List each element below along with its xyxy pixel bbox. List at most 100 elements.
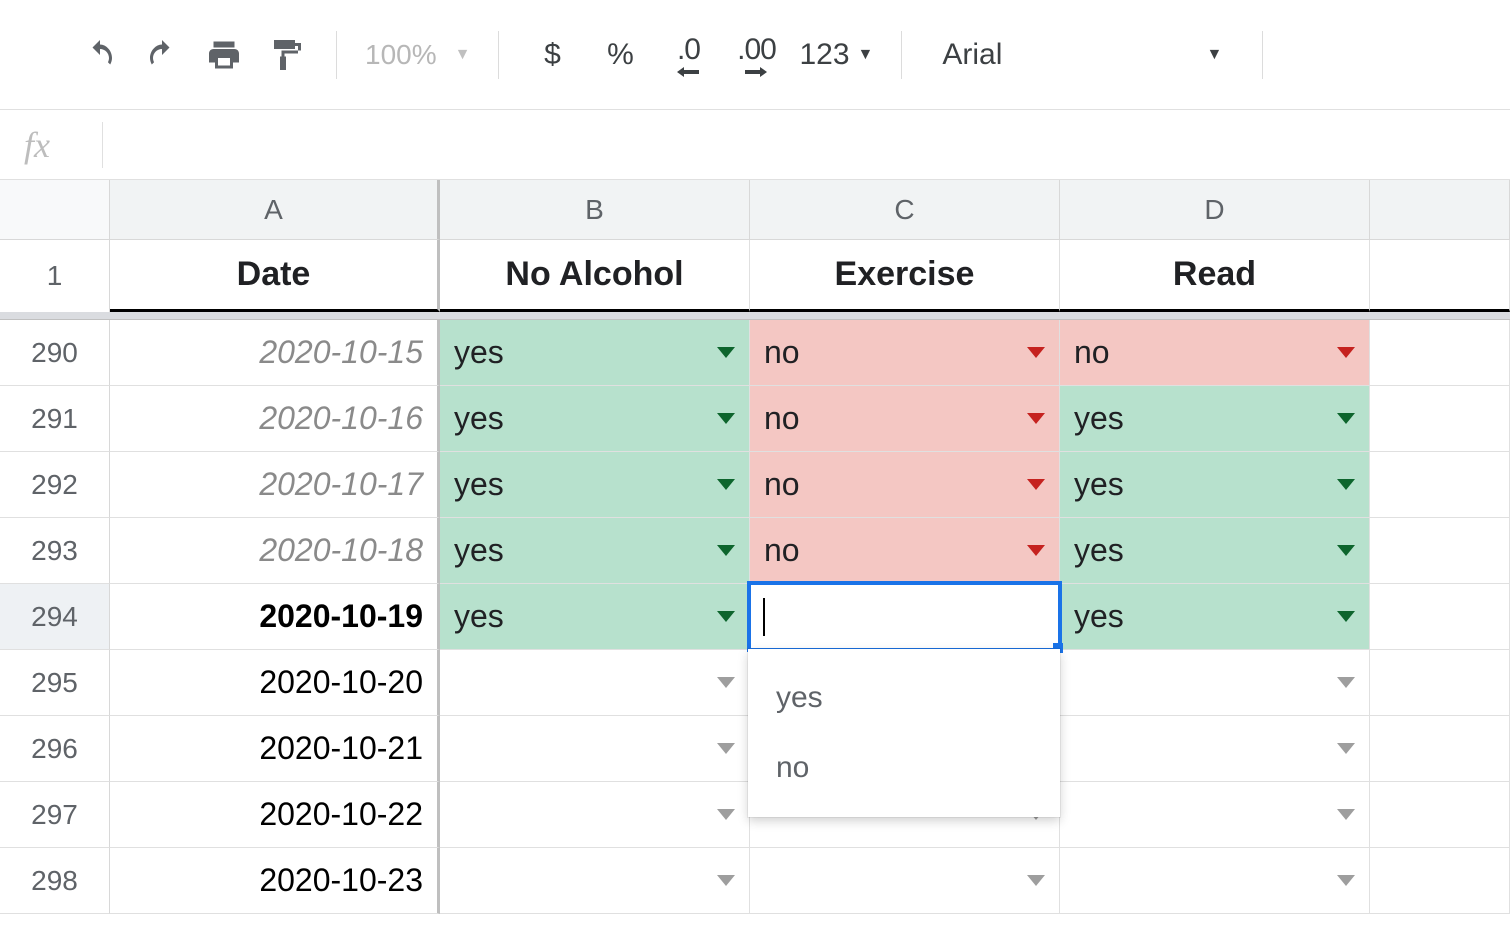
dropdown-cell[interactable]	[454, 650, 735, 715]
date-cell[interactable]: 2020-10-15	[110, 320, 440, 386]
date-cell[interactable]: 2020-10-16	[110, 386, 440, 452]
dropdown-cell[interactable]	[1074, 716, 1355, 781]
data-validation-cell[interactable]: no	[750, 452, 1060, 518]
empty-cell[interactable]	[1370, 320, 1510, 386]
header-cell-empty[interactable]	[1370, 240, 1510, 312]
dropdown-cell[interactable]	[454, 782, 735, 847]
dropdown-cell[interactable]: no	[764, 386, 1045, 451]
row-header[interactable]: 297	[0, 782, 110, 848]
data-validation-cell[interactable]: yes	[440, 452, 750, 518]
more-formats-dropdown[interactable]: 123 ▼	[791, 38, 881, 72]
data-validation-cell[interactable]: no	[750, 518, 1060, 584]
dropdown-cell[interactable]: yes	[1074, 518, 1355, 583]
dropdown-cell[interactable]	[454, 716, 735, 781]
dropdown-cell[interactable]	[1074, 848, 1355, 913]
dropdown-cell[interactable]: yes	[454, 452, 735, 517]
data-validation-cell[interactable]	[1060, 782, 1370, 848]
data-validation-cell[interactable]: yes	[1060, 386, 1370, 452]
freeze-bar[interactable]	[0, 312, 1510, 320]
dropdown-cell[interactable]: yes	[454, 518, 735, 583]
data-validation-cell[interactable]: yesno	[750, 584, 1060, 650]
data-validation-cell[interactable]: yes	[440, 518, 750, 584]
dropdown-cell[interactable]: yes	[454, 386, 735, 451]
empty-cell[interactable]	[1370, 782, 1510, 848]
row-header[interactable]: 296	[0, 716, 110, 782]
empty-cell[interactable]	[1370, 452, 1510, 518]
data-validation-cell[interactable]	[440, 782, 750, 848]
paint-format-button[interactable]	[256, 25, 316, 85]
empty-cell[interactable]	[1370, 584, 1510, 650]
undo-button[interactable]	[70, 25, 130, 85]
date-cell[interactable]: 2020-10-17	[110, 452, 440, 518]
column-header-A[interactable]: A	[110, 180, 440, 240]
row-header[interactable]: 294	[0, 584, 110, 650]
dropdown-cell[interactable]: no	[764, 320, 1045, 385]
row-header[interactable]: 290	[0, 320, 110, 386]
format-percent-button[interactable]: %	[587, 25, 653, 85]
data-validation-cell[interactable]	[440, 716, 750, 782]
data-validation-cell[interactable]	[440, 650, 750, 716]
header-cell-date[interactable]: Date	[110, 240, 440, 312]
dropdown-cell[interactable]: yes	[454, 584, 735, 649]
empty-cell[interactable]	[1370, 386, 1510, 452]
row-header[interactable]: 291	[0, 386, 110, 452]
dropdown-cell[interactable]	[454, 848, 735, 913]
format-currency-button[interactable]: $	[519, 25, 585, 85]
dropdown-cell[interactable]	[1074, 650, 1355, 715]
font-family-dropdown[interactable]: Arial ▼	[922, 38, 1242, 72]
date-cell[interactable]: 2020-10-22	[110, 782, 440, 848]
data-validation-cell[interactable]	[1060, 848, 1370, 914]
data-validation-cell[interactable]	[440, 848, 750, 914]
date-cell[interactable]: 2020-10-20	[110, 650, 440, 716]
dropdown-cell[interactable]: no	[1074, 320, 1355, 385]
data-validation-cell[interactable]: yes	[1060, 518, 1370, 584]
data-validation-cell[interactable]: yes	[440, 584, 750, 650]
data-validation-cell[interactable]: no	[750, 386, 1060, 452]
row-header-1[interactable]: 1	[0, 240, 110, 312]
row-header[interactable]: 295	[0, 650, 110, 716]
dropdown-cell[interactable]: yes	[1074, 452, 1355, 517]
row-header[interactable]: 293	[0, 518, 110, 584]
data-validation-cell[interactable]: no	[1060, 320, 1370, 386]
data-validation-cell[interactable]: yes	[440, 386, 750, 452]
print-button[interactable]	[194, 25, 254, 85]
data-validation-cell[interactable]: yes	[440, 320, 750, 386]
data-validation-cell[interactable]: yes	[1060, 452, 1370, 518]
data-validation-cell[interactable]	[750, 848, 1060, 914]
dropdown-cell[interactable]: yes	[1074, 584, 1355, 649]
column-header-D[interactable]: D	[1060, 180, 1370, 240]
dropdown-cell[interactable]: yes	[454, 320, 735, 385]
dropdown-cell[interactable]	[1074, 782, 1355, 847]
data-validation-cell[interactable]: no	[750, 320, 1060, 386]
cell-editor[interactable]	[747, 581, 1062, 652]
empty-cell[interactable]	[1370, 518, 1510, 584]
dropdown-cell[interactable]: yes	[1074, 386, 1355, 451]
select-all-corner[interactable]	[0, 180, 110, 240]
row-header[interactable]: 292	[0, 452, 110, 518]
date-cell[interactable]: 2020-10-23	[110, 848, 440, 914]
header-cell-no-alcohol[interactable]: No Alcohol	[440, 240, 750, 312]
date-cell[interactable]: 2020-10-19	[110, 584, 440, 650]
formula-input[interactable]	[123, 115, 1510, 175]
empty-cell[interactable]	[1370, 848, 1510, 914]
zoom-dropdown[interactable]: 100% ▼	[357, 39, 478, 71]
data-validation-cell[interactable]	[1060, 716, 1370, 782]
dropdown-option[interactable]: yes	[748, 663, 1060, 733]
header-cell-read[interactable]: Read	[1060, 240, 1370, 312]
dropdown-cell[interactable]	[764, 848, 1045, 913]
empty-cell[interactable]	[1370, 716, 1510, 782]
dropdown-option[interactable]: no	[748, 733, 1060, 803]
data-validation-cell[interactable]	[1060, 650, 1370, 716]
date-cell[interactable]: 2020-10-18	[110, 518, 440, 584]
redo-button[interactable]	[132, 25, 192, 85]
empty-cell[interactable]	[1370, 650, 1510, 716]
data-validation-cell[interactable]: yes	[1060, 584, 1370, 650]
decrease-decimal-button[interactable]: .0	[655, 25, 721, 85]
row-header[interactable]: 298	[0, 848, 110, 914]
dropdown-cell[interactable]: no	[764, 518, 1045, 583]
column-header-C[interactable]: C	[750, 180, 1060, 240]
date-cell[interactable]: 2020-10-21	[110, 716, 440, 782]
column-header-B[interactable]: B	[440, 180, 750, 240]
column-header-empty[interactable]	[1370, 180, 1510, 240]
header-cell-exercise[interactable]: Exercise	[750, 240, 1060, 312]
